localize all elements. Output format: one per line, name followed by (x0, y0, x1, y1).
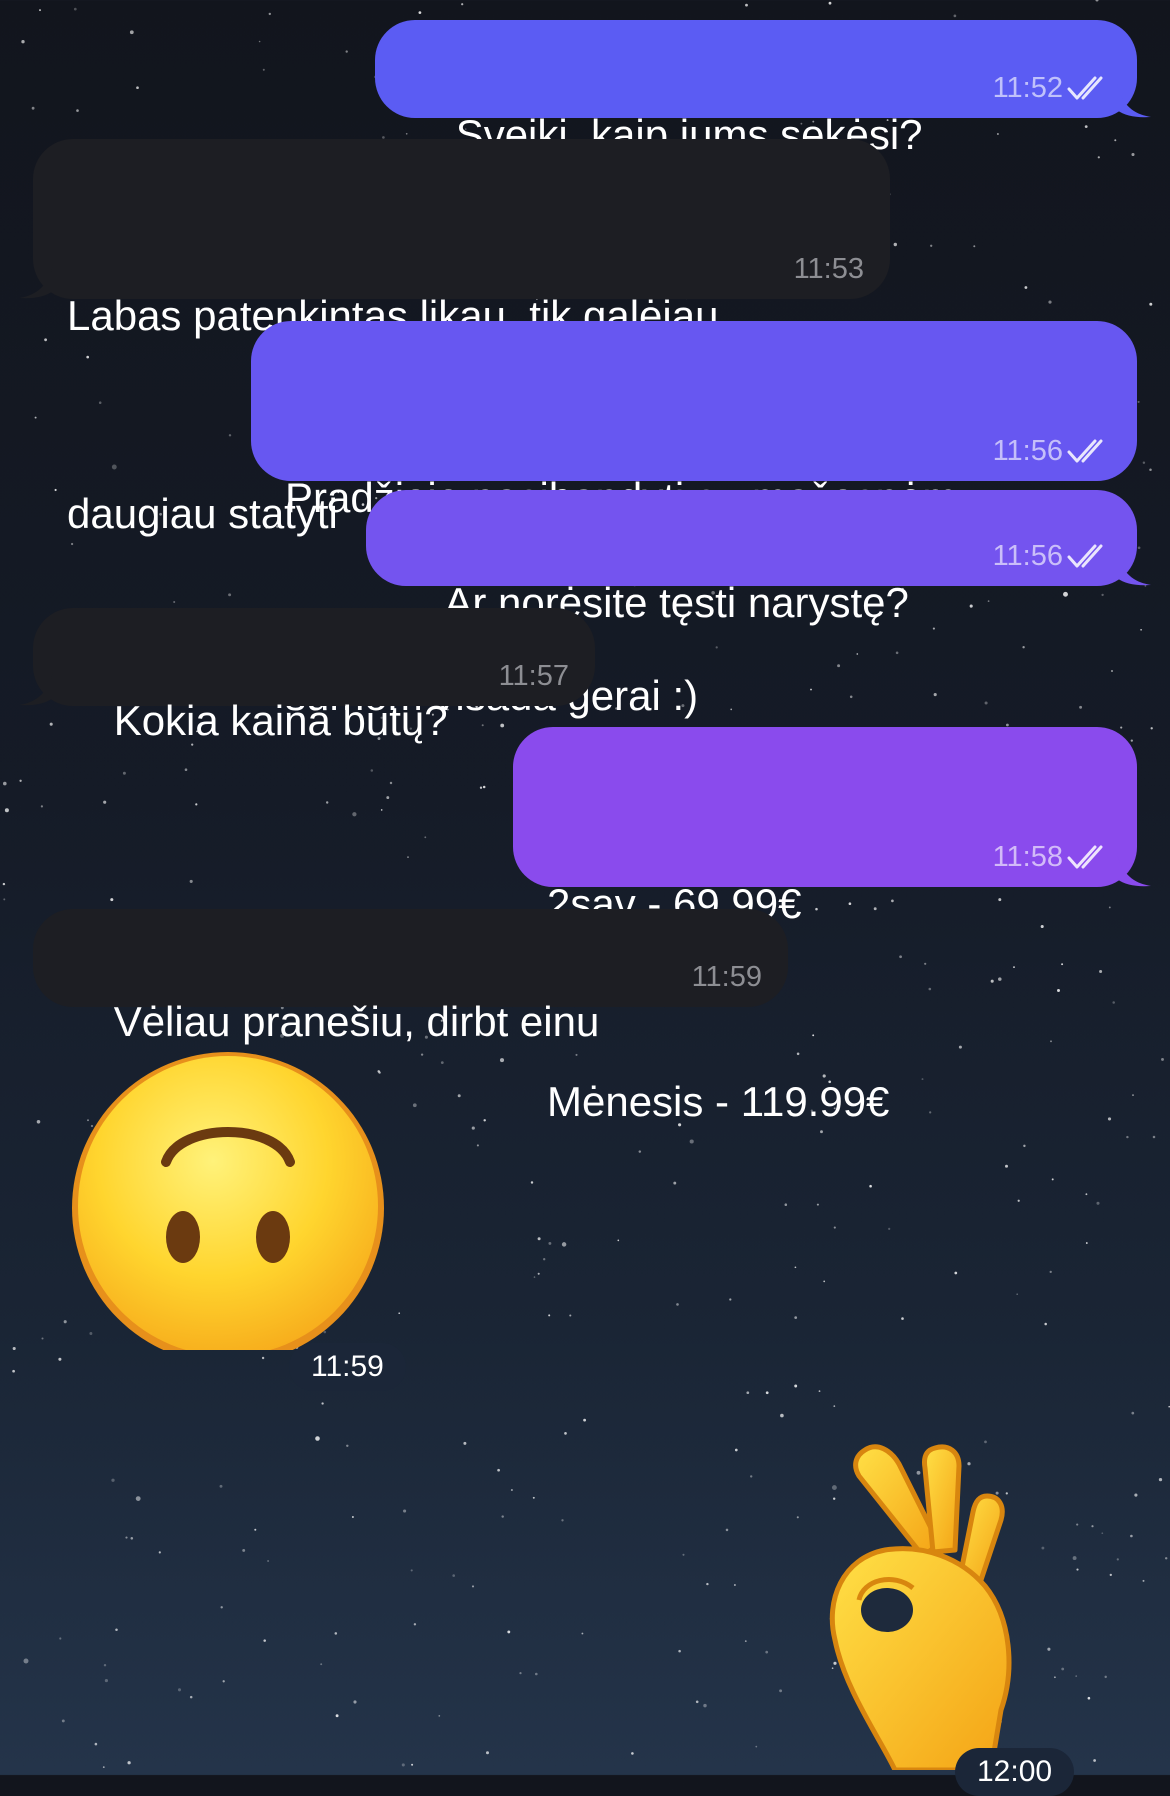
bubble-tail (19, 672, 53, 706)
message-meta: 11:56 (993, 435, 1111, 467)
incoming-message-bubble[interactable]: Kokia kaina butų? 11:57 (19, 608, 595, 744)
message-time: 11:57 (498, 660, 569, 692)
message-time: 11:58 (992, 841, 1063, 873)
message-time: 11:52 (992, 72, 1063, 104)
message-meta: 11:59 (692, 961, 762, 993)
message-meta: 11:58 (993, 841, 1111, 873)
sticker-message[interactable] (70, 1050, 390, 1364)
read-double-check-icon (1067, 76, 1103, 100)
read-double-check-icon (1067, 544, 1103, 568)
message-meta: 11:56 (993, 540, 1111, 572)
message-text: Kokia kaina butų? (113, 697, 448, 744)
bubble-tail (1117, 853, 1151, 887)
outgoing-message-bubble[interactable]: Pradžioje pasibandyti su mažesnėm sumom … (251, 321, 1137, 719)
bubble-tail (1117, 84, 1151, 118)
sticker-time-badge: 11:59 (289, 1343, 406, 1391)
upside-down-face-emoji-icon (72, 1052, 384, 1364)
message-time: 11:56 (992, 435, 1063, 467)
message-time: 11:53 (793, 253, 864, 285)
outgoing-message-bubble[interactable]: Sveiki, kaip jums sekėsi? 11:52 (375, 20, 1151, 158)
read-double-check-icon (1067, 439, 1103, 463)
sticker-time-badge: 12:00 (955, 1748, 1075, 1796)
message-time: 11:59 (691, 961, 762, 993)
message-meta: 11:53 (794, 253, 864, 285)
bubble-tail (19, 265, 53, 299)
incoming-message-bubble[interactable]: Vėliau pranešiu, dirbt einu 11:59 (33, 909, 788, 1045)
ok-hand-emoji-icon (829, 1444, 1012, 1773)
bubble-tail (1117, 552, 1151, 586)
message-meta: 11:57 (499, 660, 569, 692)
outgoing-message-bubble[interactable]: 2sav - 69.99€ Mėnesis - 119.99€ 11:58 (513, 727, 1151, 1125)
read-double-check-icon (1067, 845, 1103, 869)
message-meta: 11:52 (993, 72, 1111, 104)
outgoing-message-bubble[interactable]: Ar norėsite tęsti narystę? 11:56 (366, 490, 1151, 626)
message-time: 11:56 (992, 540, 1063, 572)
incoming-message-bubble[interactable]: Labas patenkintas likau, tik galėjau dau… (19, 139, 890, 537)
sticker-message[interactable] (815, 1440, 1045, 1773)
